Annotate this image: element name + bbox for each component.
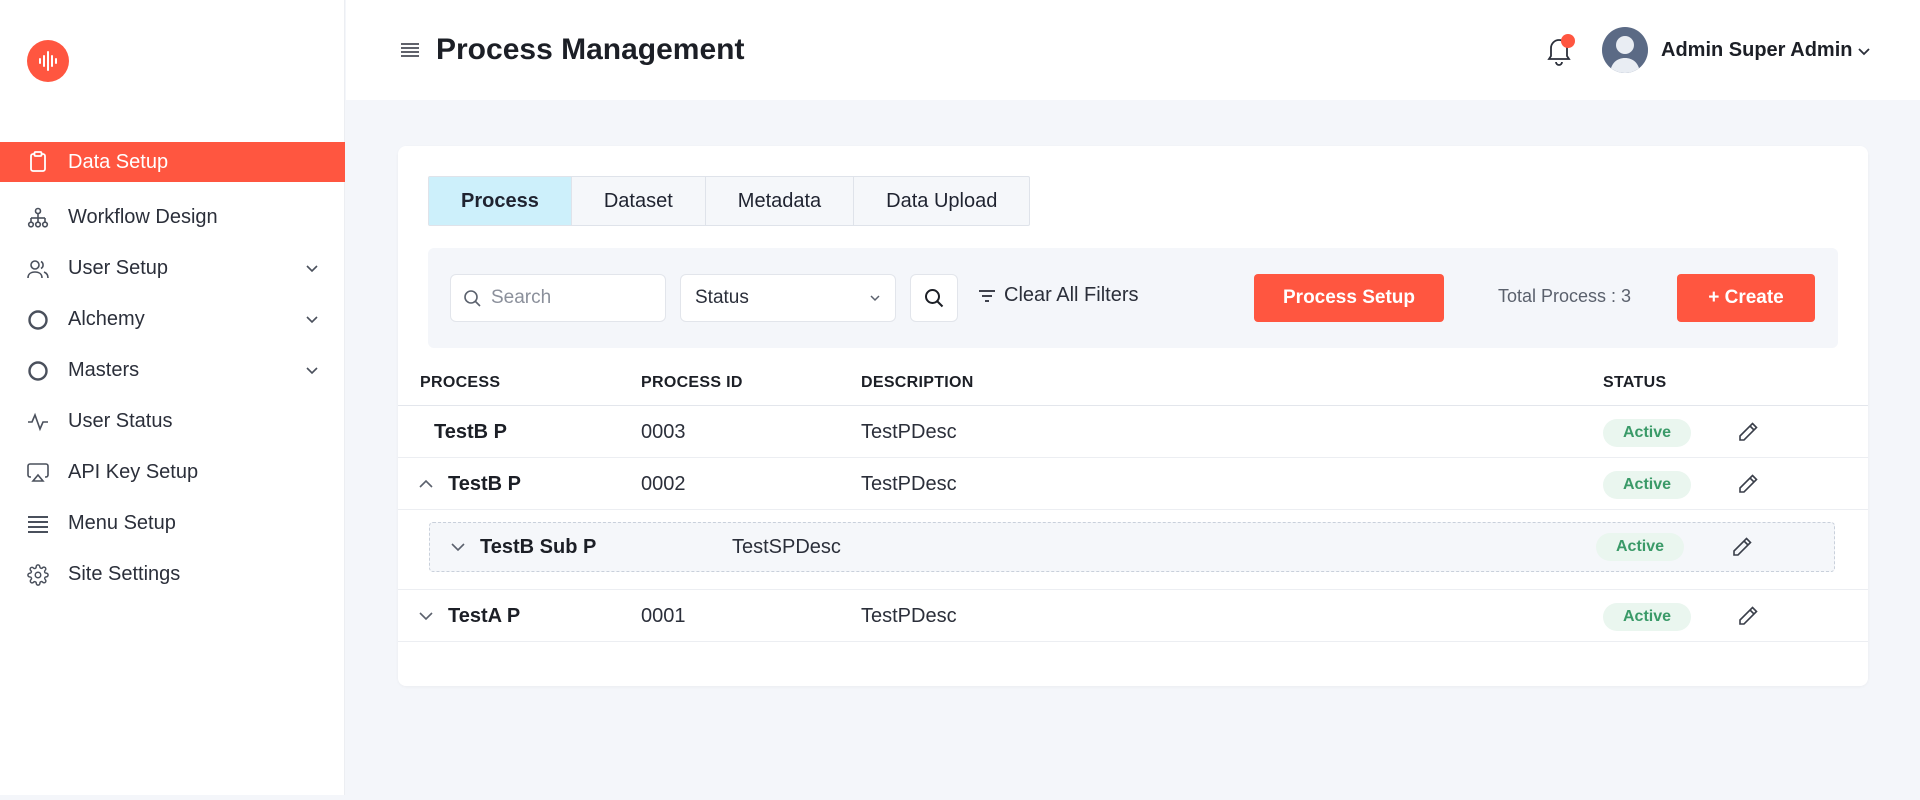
- sidebar-item-site-settings[interactable]: Site Settings: [0, 549, 345, 600]
- status-badge: Active: [1603, 419, 1691, 447]
- edit-icon[interactable]: [1730, 535, 1754, 559]
- chevron-down-icon[interactable]: [1857, 44, 1871, 58]
- user-name[interactable]: Admin Super Admin: [1661, 39, 1852, 62]
- status-badge: Active: [1603, 603, 1691, 631]
- sidebar-item-label: Masters: [68, 359, 140, 381]
- page-title: Process Management: [436, 33, 745, 66]
- sidebar-item-data-setup[interactable]: Data Setup: [0, 142, 345, 182]
- users-icon: [26, 257, 50, 281]
- clear-all-filters-button[interactable]: Clear All Filters: [978, 284, 1138, 307]
- sidebar-item-label: Alchemy: [68, 308, 145, 330]
- search-icon: [925, 289, 944, 308]
- sub-process-row[interactable]: TestB Sub P TestSPDesc Active: [429, 522, 1835, 572]
- sidebar-item-workflow-design[interactable]: Workflow Design: [0, 192, 345, 243]
- table-row[interactable]: TestB P 0003 TestPDesc Active: [398, 406, 1868, 458]
- edit-icon[interactable]: [1736, 472, 1760, 496]
- process-table: PROCESS PROCESS ID DESCRIPTION STATUS Te…: [398, 364, 1868, 642]
- tab-bar: Process Dataset Metadata Data Upload: [428, 176, 1031, 226]
- search-icon: [464, 290, 481, 307]
- sidebar-item-label: API Key Setup: [68, 461, 199, 483]
- tab-data-upload[interactable]: Data Upload: [854, 177, 1029, 225]
- edit-icon[interactable]: [1736, 420, 1760, 444]
- column-header-description: DESCRIPTION: [861, 374, 974, 391]
- notification-dot: [1561, 34, 1575, 48]
- filter-bar: Status Clear All Filters Process Setup T…: [428, 248, 1838, 348]
- chevron-up-icon[interactable]: [418, 476, 434, 492]
- app-logo[interactable]: [27, 40, 69, 82]
- sidebar-item-api-key-setup[interactable]: API Key Setup: [0, 447, 345, 498]
- column-header-process-id: PROCESS ID: [641, 374, 743, 391]
- airplay-icon: [26, 461, 50, 485]
- search-field[interactable]: [450, 274, 666, 322]
- sidebar-item-label: User Status: [68, 410, 173, 432]
- top-header: Process Management Admin Super Admin: [346, 0, 1920, 100]
- process-id: 0002: [641, 473, 686, 495]
- circle-icon: [26, 359, 50, 383]
- chevron-down-icon[interactable]: [450, 539, 466, 555]
- create-button[interactable]: + Create: [1677, 274, 1815, 322]
- chevron-down-icon[interactable]: [418, 608, 434, 624]
- process-name: TestB P: [434, 421, 507, 443]
- table-row[interactable]: TestA P 0001 TestPDesc Active: [398, 590, 1868, 642]
- status-badge: Active: [1596, 533, 1684, 561]
- sidebar-item-user-setup[interactable]: User Setup: [0, 243, 345, 294]
- column-header-status: STATUS: [1603, 374, 1667, 391]
- sidebar-item-alchemy[interactable]: Alchemy: [0, 294, 345, 345]
- sidebar-item-masters[interactable]: Masters: [0, 345, 345, 396]
- process-description: TestPDesc: [861, 605, 957, 627]
- process-description: TestPDesc: [861, 473, 957, 495]
- status-select[interactable]: Status: [680, 274, 896, 322]
- process-name: TestA P: [448, 605, 521, 627]
- status-badge: Active: [1603, 471, 1691, 499]
- chevron-down-icon: [870, 295, 880, 302]
- hierarchy-icon: [26, 206, 50, 230]
- edit-icon[interactable]: [1736, 604, 1760, 628]
- column-header-process: PROCESS: [420, 374, 501, 391]
- sub-process-description: TestSPDesc: [732, 536, 841, 558]
- menu-toggle-icon[interactable]: [400, 40, 420, 60]
- search-input[interactable]: [491, 287, 651, 309]
- list-icon: [26, 512, 50, 536]
- chevron-down-icon[interactable]: [305, 313, 319, 327]
- sidebar-item-label: User Setup: [68, 257, 169, 279]
- tab-process[interactable]: Process: [429, 177, 572, 225]
- process-setup-button[interactable]: Process Setup: [1254, 274, 1444, 322]
- process-description: TestPDesc: [861, 421, 957, 443]
- chevron-down-icon[interactable]: [305, 262, 319, 276]
- activity-icon: [26, 410, 50, 434]
- filter-icon: [979, 289, 995, 302]
- user-avatar-icon: [1602, 27, 1648, 73]
- sidebar-item-label: Menu Setup: [68, 512, 176, 534]
- sidebar-item-label: Data Setup: [68, 150, 169, 173]
- status-select-value: Status: [695, 287, 749, 308]
- sidebar-item-menu-setup[interactable]: Menu Setup: [0, 498, 345, 549]
- search-button[interactable]: [910, 274, 958, 322]
- process-name: TestB P: [448, 473, 521, 495]
- sidebar-nav: Data Setup Workflow Design User Setup Al…: [0, 142, 345, 600]
- sidebar-item-label: Site Settings: [68, 563, 181, 585]
- tab-dataset[interactable]: Dataset: [572, 177, 706, 225]
- process-card: Process Dataset Metadata Data Upload Sta…: [398, 146, 1868, 686]
- sidebar-item-label: Workflow Design: [68, 206, 218, 228]
- waveform-icon: [39, 51, 57, 71]
- clear-filters-label: Clear All Filters: [1004, 284, 1139, 306]
- sub-process-name: TestB Sub P: [480, 536, 597, 558]
- total-process-count: Total Process : 3: [1498, 286, 1632, 306]
- table-row[interactable]: TestB P 0002 TestPDesc Active: [398, 458, 1868, 510]
- chevron-down-icon[interactable]: [305, 364, 319, 378]
- process-id: 0003: [641, 421, 686, 443]
- avatar[interactable]: [1602, 27, 1648, 73]
- sidebar-item-user-status[interactable]: User Status: [0, 396, 345, 447]
- tab-metadata[interactable]: Metadata: [706, 177, 855, 225]
- process-id: 0001: [641, 605, 686, 627]
- clipboard-icon: [26, 150, 50, 174]
- sub-process-container: TestB Sub P TestSPDesc Active: [398, 510, 1868, 590]
- table-header: PROCESS PROCESS ID DESCRIPTION STATUS: [398, 364, 1868, 406]
- gear-icon: [26, 563, 50, 587]
- circle-icon: [26, 308, 50, 332]
- sidebar: Data Setup Workflow Design User Setup Al…: [0, 0, 345, 795]
